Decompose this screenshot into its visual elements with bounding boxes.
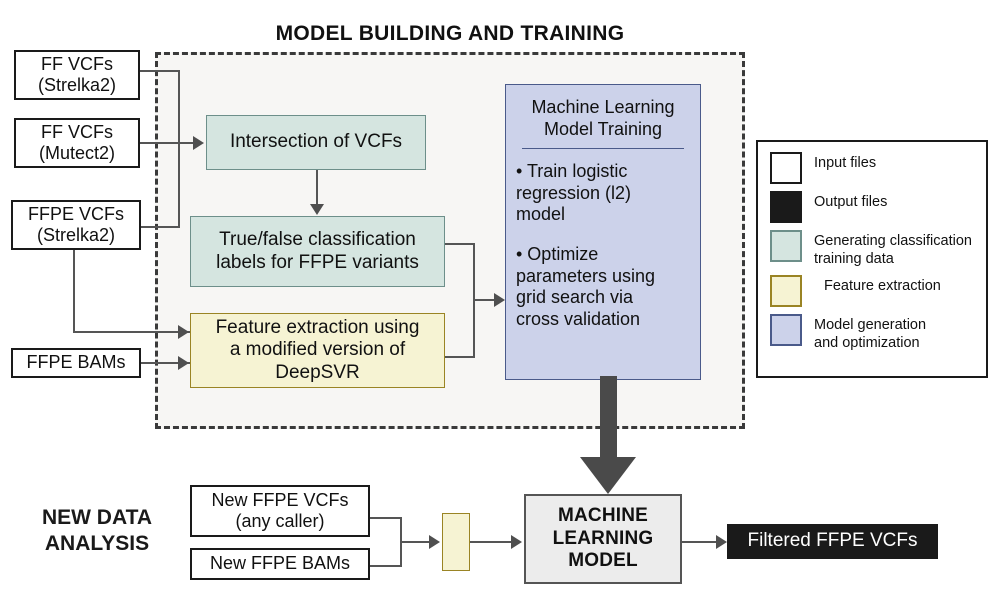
- legend-label-output-files: Output files: [814, 194, 888, 210]
- legend-label-input-files: Input files: [814, 155, 877, 171]
- process-feature-extraction: Feature extraction using a modified vers…: [190, 313, 445, 388]
- input-new-ffpe-bams: New FFPE BAMs: [190, 548, 370, 580]
- bottom-feature-extraction-box: [442, 513, 470, 571]
- connector-strelka2-top-h: [140, 70, 180, 72]
- legend-item-model-generation: Model generation and optimization: [770, 314, 978, 352]
- arrowhead-to-bottom-feature: [429, 535, 440, 549]
- legend-item-training-data: Generating classification training data: [770, 230, 978, 268]
- legend-item-output-files: Output files: [770, 191, 978, 223]
- ml-training-title: Machine Learning Model Training: [531, 97, 675, 139]
- process-machine-learning-model: MACHINE LEARNING MODEL: [524, 494, 682, 584]
- output-filtered-ffpe-vcfs: Filtered FFPE VCFs: [727, 524, 938, 559]
- connector-vertical-merge: [178, 70, 180, 228]
- legend-swatch-feature-extraction: [770, 275, 802, 308]
- flowchart-diagram: MODEL BUILDING AND TRAINING FF VCFs (Str…: [0, 0, 1000, 607]
- connector-new-bams-out: [370, 565, 402, 567]
- connector-labels-out: [445, 243, 475, 245]
- input-new-ffpe-vcfs: New FFPE VCFs (any caller): [190, 485, 370, 537]
- arrowhead-to-ml-model: [511, 535, 522, 549]
- ml-training-divider: [522, 148, 684, 150]
- legend: Input files Output files Generating clas…: [756, 140, 988, 378]
- section-title-model-building: MODEL BUILDING AND TRAINING: [275, 22, 625, 45]
- connector-ffpe-vcfs-to-feature: [73, 331, 190, 333]
- connector-feature-out: [445, 356, 475, 358]
- legend-swatch-training-data: [770, 230, 802, 262]
- new-data-analysis-label: NEW DATA ANALYSIS: [41, 506, 153, 556]
- ml-training-bullet-1: • Train logistic regression (l2) model: [516, 161, 632, 225]
- thick-arrow-head: [580, 457, 636, 494]
- legend-label-feature-extraction: Feature extraction: [824, 278, 941, 295]
- ml-training-bullet-2: • Optimize parameters using grid search …: [516, 243, 656, 329]
- connector-new-vcfs-out: [370, 517, 402, 519]
- process-classification-labels: True/false classification labels for FFP…: [190, 216, 445, 287]
- thick-arrow-shaft: [600, 376, 617, 458]
- legend-swatch-output-files: [770, 191, 802, 223]
- arrowhead-to-labels: [310, 204, 324, 215]
- legend-label-model-generation: Model generation and optimization: [814, 317, 927, 352]
- legend-swatch-model-generation: [770, 314, 802, 347]
- legend-label-training-data: Generating classification training data: [814, 233, 972, 267]
- input-ff-vcfs-mutect2: FF VCFs (Mutect2): [14, 118, 140, 168]
- connector-ffpe-vcfs-down: [73, 250, 75, 332]
- arrowhead-ffpe-bams-to-feature: [178, 356, 189, 370]
- input-ffpe-bams: FFPE BAMs: [11, 348, 141, 378]
- panel-ml-model-training: Machine Learning Model Training • Train …: [505, 84, 701, 380]
- input-ff-vcfs-strelka2: FF VCFs (Strelka2): [14, 50, 140, 100]
- arrowhead-to-intersection: [193, 136, 204, 150]
- legend-item-input-files: Input files: [770, 152, 978, 184]
- input-ffpe-vcfs-strelka2: FFPE VCFs (Strelka2): [11, 200, 141, 250]
- connector-ffpe-strelka2-h: [141, 226, 180, 228]
- arrowhead-to-ml-training: [494, 293, 505, 307]
- arrowhead-to-output: [716, 535, 727, 549]
- connector-intersection-to-labels: [316, 170, 318, 206]
- legend-swatch-input-files: [770, 152, 802, 184]
- arrowhead-ffpe-vcfs-to-feature: [178, 325, 189, 339]
- connector-feature-to-ml-model: [470, 541, 514, 543]
- legend-item-feature-extraction: Feature extraction: [770, 275, 978, 308]
- process-intersection-of-vcfs: Intersection of VCFs: [206, 115, 426, 170]
